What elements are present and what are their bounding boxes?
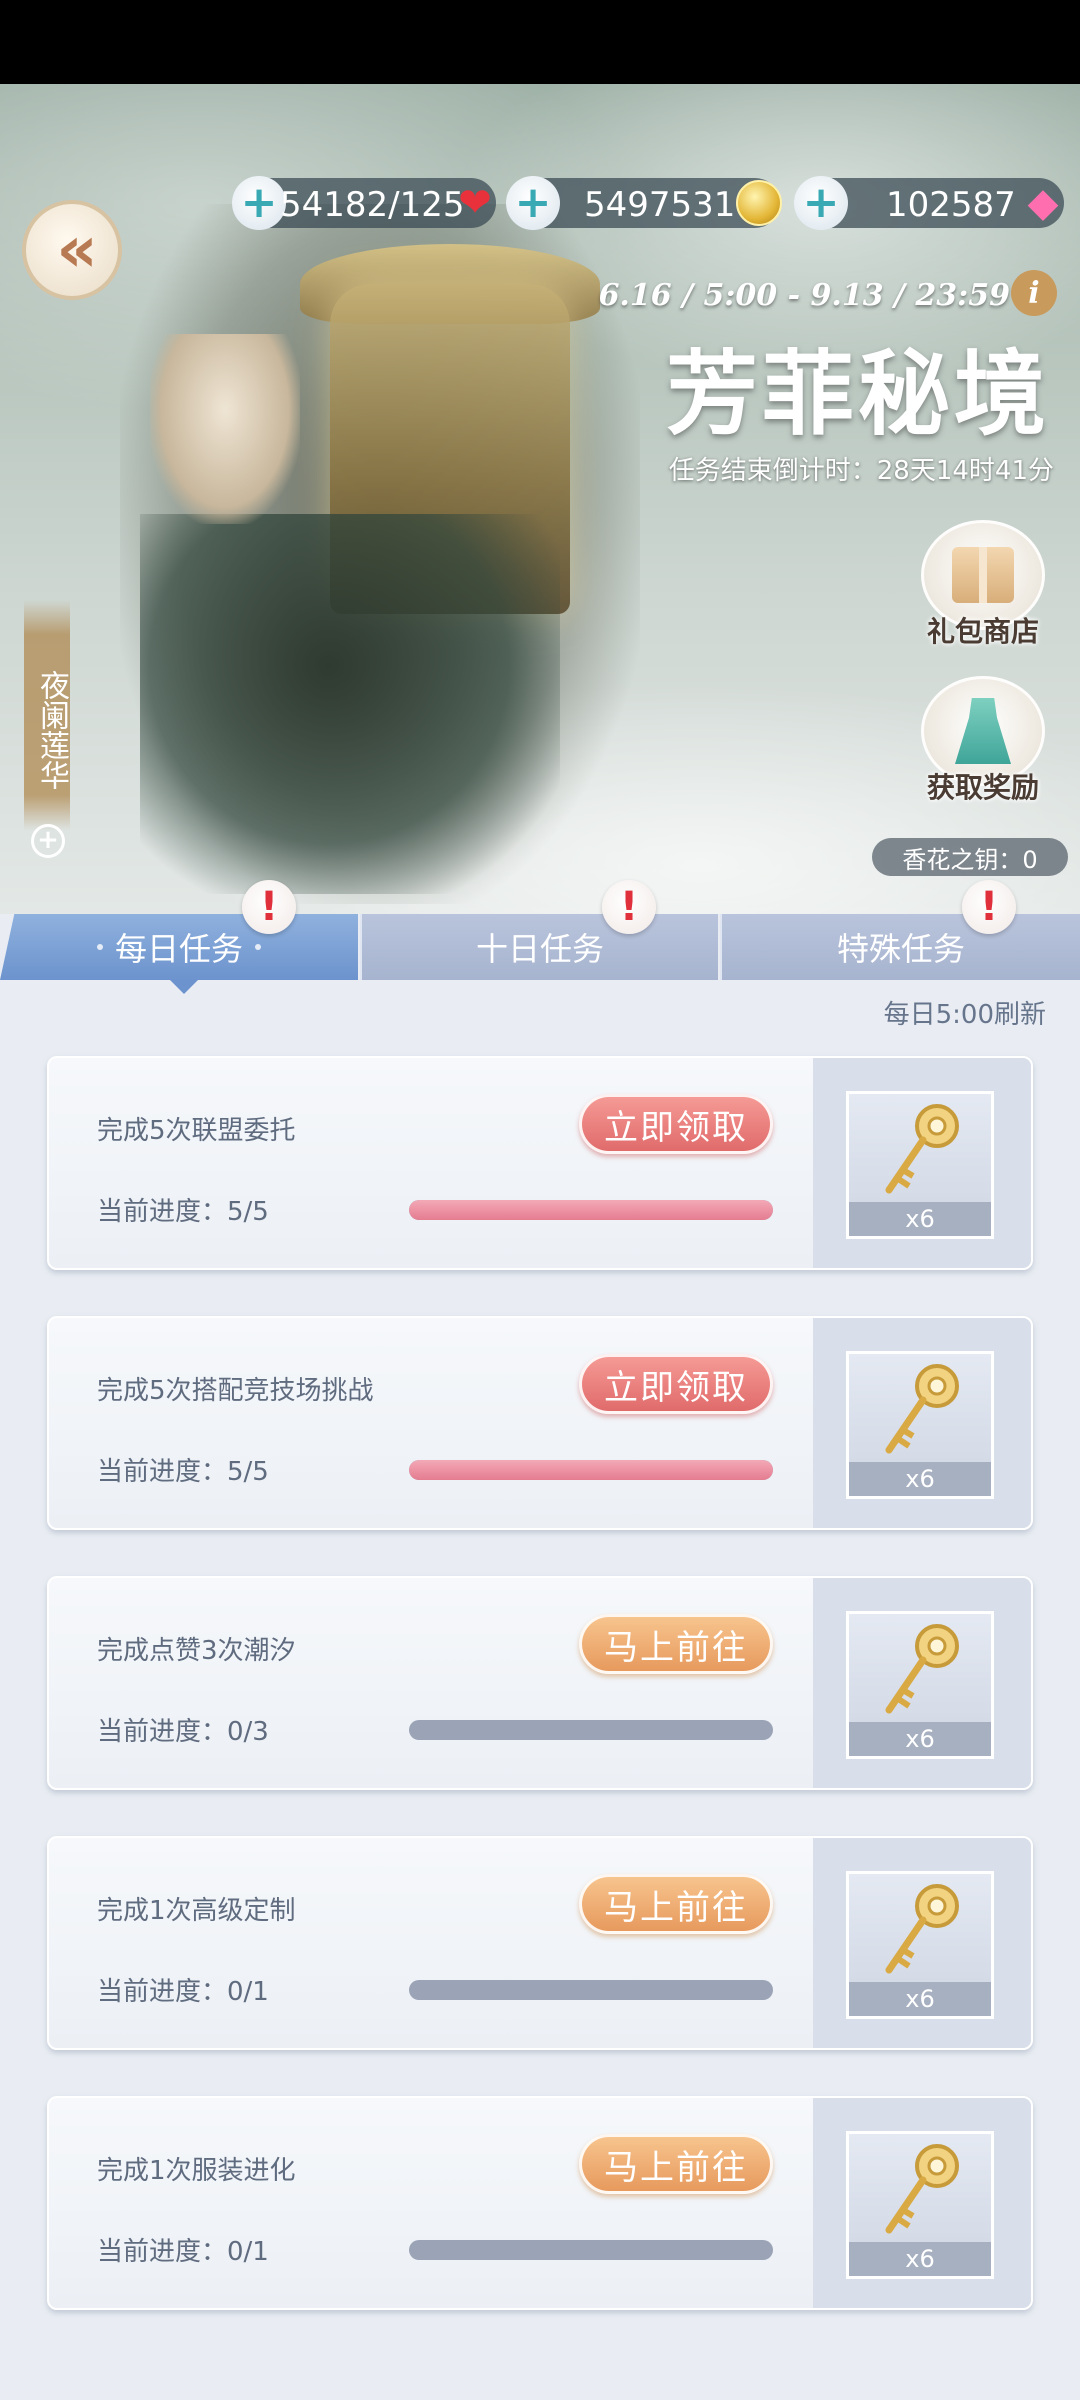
diamond-icon: ◆ [1027, 180, 1059, 226]
character-dress [140, 514, 560, 894]
tab-ten-day-label: 十日任务 [475, 930, 604, 968]
task-card: 完成5次联盟委托 立即领取 当前进度：5/5 x6 [47, 1056, 1033, 1270]
double-chevron-left-icon: « [56, 213, 97, 287]
task-card: 完成1次服装进化 马上前往 当前进度：0/1 x6 [47, 2096, 1033, 2310]
add-gold-button[interactable]: + [506, 176, 560, 230]
reward-panel: x6 [813, 2098, 1031, 2308]
reward-item[interactable]: x6 [846, 1871, 994, 2019]
progress-bar [409, 2240, 773, 2260]
reward-quantity: x6 [849, 2242, 991, 2276]
event-title: 芳菲秘境 [665, 340, 1050, 448]
task-name: 完成5次联盟委托 [97, 1116, 296, 1146]
task-progress-label: 当前进度：5/5 [97, 1197, 269, 1227]
reward-item[interactable]: x6 [846, 1091, 994, 1239]
golden-key-icon [885, 1624, 959, 1714]
reward-item[interactable]: x6 [846, 1351, 994, 1499]
tab-special-label: 特殊任务 [836, 930, 965, 968]
reward-panel: x6 [813, 1578, 1031, 1788]
golden-key-icon [885, 1884, 959, 1974]
back-button[interactable]: « [22, 200, 122, 300]
reward-panel: x6 [813, 1058, 1031, 1268]
get-rewards-label: 获取奖励 [926, 771, 1039, 804]
gift-shop-label: 礼包商店 [926, 615, 1039, 648]
get-rewards-button[interactable]: 获取奖励 [916, 676, 1050, 806]
event-dates: 6.16 / 5:00 - 9.13 / 23:59 [598, 278, 1010, 313]
heart-icon: ❤ [458, 180, 492, 226]
event-countdown: 任务结束倒计时：28天14时41分 [668, 456, 1054, 486]
tab-daily-label: 每日任务 [114, 930, 243, 968]
task-name: 完成5次搭配竞技场挑战 [97, 1376, 374, 1406]
golden-key-icon [885, 1104, 959, 1194]
go-now-button[interactable]: 马上前往 [579, 2134, 773, 2194]
task-progress-label: 当前进度：0/1 [97, 1977, 269, 2007]
task-name: 完成点赞3次潮汐 [97, 1636, 296, 1666]
task-card: 完成1次高级定制 马上前往 当前进度：0/1 x6 [47, 1836, 1033, 2050]
tab-ten-day-tasks[interactable]: 十日任务 [360, 914, 718, 980]
gift-shop-button[interactable]: 礼包商店 [916, 520, 1050, 650]
status-bar [0, 0, 1080, 84]
refresh-note: 每日5:00刷新 [883, 1000, 1046, 1030]
reward-quantity: x6 [849, 1982, 991, 2016]
reward-item[interactable]: x6 [846, 1611, 994, 1759]
golden-key-icon [885, 1364, 959, 1454]
outfit-name: 夜阑莲华 [24, 600, 70, 830]
task-name: 完成1次服装进化 [97, 2156, 296, 2186]
gold-counter: + 5497531 [506, 176, 782, 230]
key-count-badge: 香花之钥：0 [872, 838, 1068, 876]
tab-special-tasks[interactable]: 特殊任务 [720, 914, 1080, 980]
progress-fill [409, 1200, 773, 1220]
progress-bar [409, 1460, 773, 1480]
reward-item[interactable]: x6 [846, 2131, 994, 2279]
zoom-in-icon[interactable]: + [31, 824, 65, 858]
progress-bar [409, 1980, 773, 2000]
reward-panel: x6 [813, 1318, 1031, 1528]
task-tabs: 每日任务 十日任务 特殊任务 ! ! ! [0, 880, 1080, 994]
task-progress-label: 当前进度：5/5 [97, 1457, 269, 1487]
gold-value: 5497531 [584, 185, 736, 225]
go-now-button[interactable]: 马上前往 [579, 1874, 773, 1934]
alert-icon: ! [602, 880, 656, 934]
reward-quantity: x6 [849, 1202, 991, 1236]
task-progress-label: 当前进度：0/1 [97, 2237, 269, 2267]
task-card: 完成5次搭配竞技场挑战 立即领取 当前进度：5/5 x6 [47, 1316, 1033, 1530]
claim-button[interactable]: 立即领取 [579, 1094, 773, 1154]
golden-key-icon [885, 2144, 959, 2234]
gold-coin-icon [736, 180, 782, 226]
add-diamond-button[interactable]: + [794, 176, 848, 230]
task-name: 完成1次高级定制 [97, 1896, 296, 1926]
diamond-value: 102587 [886, 185, 1016, 225]
stamina-counter: + 54182/125 ❤ [232, 176, 496, 230]
reward-panel: x6 [813, 1838, 1031, 2048]
progress-bar [409, 1200, 773, 1220]
task-card: 完成点赞3次潮汐 马上前往 当前进度：0/3 x6 [47, 1576, 1033, 1790]
reward-quantity: x6 [849, 1462, 991, 1496]
alert-icon: ! [962, 880, 1016, 934]
diamond-counter: + 102587 ◆ [794, 176, 1064, 230]
character-head [150, 334, 300, 524]
tab-daily-tasks[interactable]: 每日任务 [0, 914, 358, 980]
progress-fill [409, 1460, 773, 1480]
alert-icon: ! [242, 880, 296, 934]
tab-pointer [170, 980, 198, 994]
reward-quantity: x6 [849, 1722, 991, 1756]
task-progress-label: 当前进度：0/3 [97, 1717, 269, 1747]
claim-button[interactable]: 立即领取 [579, 1354, 773, 1414]
add-stamina-button[interactable]: + [232, 176, 286, 230]
progress-bar [409, 1720, 773, 1740]
go-now-button[interactable]: 马上前往 [579, 1614, 773, 1674]
stamina-value: 54182/125 [280, 185, 465, 225]
info-icon[interactable]: i [1011, 270, 1057, 316]
